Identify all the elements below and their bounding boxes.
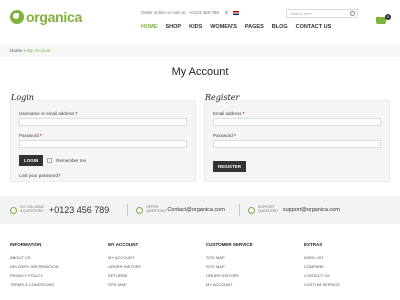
footer-link[interactable]: PRIVACY POLICY [10, 273, 100, 278]
remember-me-checkbox[interactable] [47, 158, 53, 163]
login-password-field[interactable] [19, 140, 187, 148]
register-password-field[interactable] [213, 140, 381, 148]
footer-heading: INFORMATION [10, 242, 42, 247]
nav-pages[interactable]: PAGES [245, 24, 264, 30]
register-button[interactable]: REGISTER [213, 161, 247, 172]
footer-link[interactable]: ORDER HISTORY [206, 273, 296, 278]
cart-count-badge: 0 [385, 14, 391, 20]
phone-contact: DO YOU HAVE A QUESTION? +0123 456 789 [10, 205, 109, 215]
phone-icon [10, 206, 17, 214]
email-label: Email address * [213, 111, 245, 116]
page-title: My Account [171, 66, 229, 78]
nav-womens[interactable]: WOMEN'S [210, 24, 237, 30]
contact-divider [238, 204, 240, 216]
site-header: organica Order online or call us : +0123… [0, 0, 400, 38]
footer-column-my-account: MY ACCOUNT MY ACCOUNT ORDER HISTORY RETU… [108, 242, 198, 291]
offer-contact: OFFER QUESTION? Contact@organica.com [136, 205, 225, 214]
register-email-field[interactable] [213, 118, 381, 126]
question-label: DO YOU HAVE A QUESTION? [20, 205, 44, 213]
nav-home[interactable]: HOME [141, 24, 158, 30]
footer-link[interactable]: CUSTOM SERVICE [304, 282, 394, 287]
footer-link[interactable]: ABOUT US [10, 255, 100, 260]
offer-email[interactable]: Contact@organica.com [167, 207, 225, 213]
topbar: Order online or call us : +0123 456 789 … [141, 10, 240, 15]
login-button[interactable]: LOGIN [19, 155, 44, 166]
logo-text: organica [26, 9, 82, 25]
breadcrumb-home[interactable]: Home [10, 48, 22, 53]
login-title: Login [11, 93, 34, 102]
nav-blog[interactable]: BLOG [272, 24, 288, 30]
breadcrumb-current: My Account [27, 48, 51, 53]
support-icon [247, 206, 255, 214]
footer-column-customer-service: CUSTOMER SERVICE SITE MAP SITE MAP ORDER… [206, 242, 296, 291]
remember-me-label: Remember me [56, 158, 87, 163]
register-title: Register [205, 93, 240, 102]
footer: INFORMATION ABOUT US DELIVERY INFORMATIO… [0, 232, 400, 300]
support-label: SUPPORT QUESTION? [257, 205, 279, 213]
phone-number[interactable]: +0123 456 789 [49, 205, 109, 215]
footer-link[interactable]: SITE MAP [206, 255, 296, 260]
username-label: Username or email address * [19, 111, 78, 116]
footer-link[interactable]: WISH LIST [304, 255, 394, 260]
footer-link[interactable]: COMPARE [304, 264, 394, 269]
footer-link[interactable]: RETURNS [108, 273, 198, 278]
search-icon[interactable] [350, 11, 355, 16]
logo[interactable]: organica [10, 9, 82, 25]
footer-link[interactable]: CONTACT US [304, 273, 394, 278]
footer-heading: CUSTOMER SERVICE [206, 242, 253, 247]
footer-heading: MY ACCOUNT [108, 242, 139, 247]
breadcrumb: Home » My Account [0, 45, 400, 57]
flag-icon[interactable] [233, 10, 240, 15]
footer-link[interactable]: TERMS & CONDITIONS [10, 282, 100, 287]
contact-divider [127, 204, 129, 216]
footer-link[interactable]: MY ACCOUNT [206, 282, 296, 287]
mail-icon [136, 206, 144, 214]
footer-heading: EXTRAS [304, 242, 323, 247]
nav-contact[interactable]: CONTACT US [296, 24, 332, 30]
topbar-contact: Order online or call us : +0123 456 789 [141, 10, 219, 15]
footer-link[interactable]: ORDER HISTORY [108, 264, 198, 269]
offer-label: OFFER QUESTION? [146, 205, 167, 213]
register-panel: Register Email address * Password * REGI… [204, 93, 390, 182]
footer-link[interactable]: SITE MAP [206, 264, 296, 269]
main-nav: HOME SHOP KIDS WOMEN'S PAGES BLOG CONTAC… [141, 24, 331, 30]
support-contact: SUPPORT QUESTION? support@organica.com [247, 205, 340, 214]
footer-link[interactable]: DELIVERY INFORMATION [10, 264, 100, 269]
search-placeholder: Search here ... [290, 11, 317, 16]
footer-column-information: INFORMATION ABOUT US DELIVERY INFORMATIO… [10, 242, 100, 291]
nav-kids[interactable]: KIDS [189, 24, 202, 30]
footer-column-extras: EXTRAS WISH LIST COMPARE CONTACT US CUST… [304, 242, 394, 291]
search-input[interactable]: Search here ... [286, 9, 358, 18]
footer-link[interactable]: MY ACCOUNT [108, 255, 198, 260]
login-password-label: Password * [19, 133, 42, 138]
leaf-logo-icon [10, 10, 24, 24]
contact-band: DO YOU HAVE A QUESTION? +0123 456 789 OF… [0, 196, 400, 224]
lost-password-link[interactable]: Lost your password? [19, 173, 187, 178]
register-password-label: Password * [213, 133, 236, 138]
nav-shop[interactable]: SHOP [166, 24, 182, 30]
currency-selector[interactable]: $ [225, 10, 228, 15]
footer-link[interactable]: SITE MAP [108, 282, 198, 287]
username-field[interactable] [19, 118, 187, 126]
login-panel: Login Username or email address * Passwo… [10, 93, 196, 182]
breadcrumb-separator: » [23, 48, 26, 53]
support-email[interactable]: support@organica.com [283, 207, 340, 213]
